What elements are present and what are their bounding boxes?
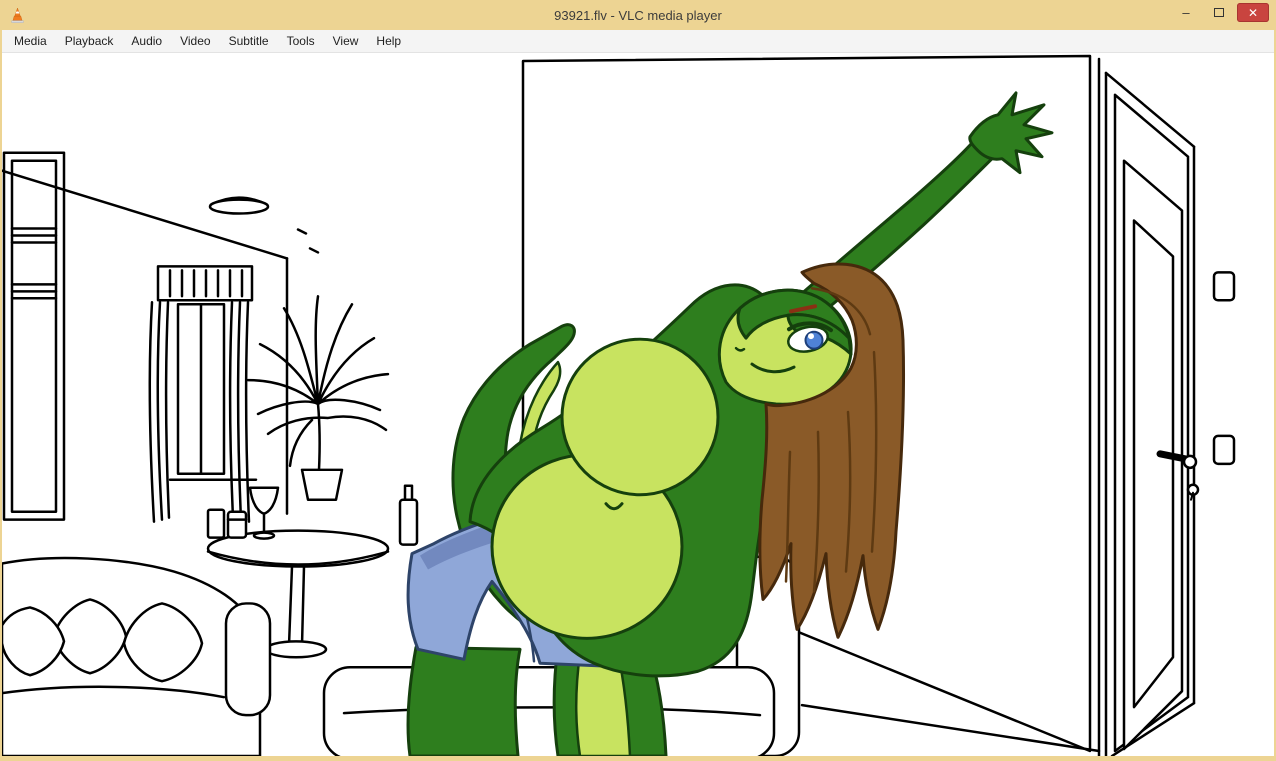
left-window bbox=[2, 151, 66, 521]
sofa-left bbox=[2, 556, 272, 756]
window-controls: – ✕ bbox=[1171, 3, 1269, 22]
light-switches bbox=[1212, 271, 1236, 466]
ceiling-lamp bbox=[208, 196, 320, 254]
titlebar[interactable]: 93921.flv - VLC media player – ✕ bbox=[0, 0, 1276, 30]
menu-item-view[interactable]: View bbox=[324, 31, 368, 51]
window-title: 93921.flv - VLC media player bbox=[554, 8, 722, 23]
character-chest bbox=[560, 337, 720, 497]
menu-item-audio[interactable]: Audio bbox=[122, 31, 171, 51]
plant bbox=[246, 295, 390, 501]
close-button[interactable]: ✕ bbox=[1237, 3, 1269, 22]
vlc-cone-icon[interactable] bbox=[9, 6, 26, 24]
menu-item-subtitle[interactable]: Subtitle bbox=[220, 31, 278, 51]
close-icon: ✕ bbox=[1247, 5, 1259, 20]
minimize-button[interactable]: – bbox=[1171, 3, 1201, 22]
menu-item-media[interactable]: Media bbox=[5, 31, 56, 51]
menu-item-tools[interactable]: Tools bbox=[278, 31, 324, 51]
curtain-window bbox=[148, 265, 258, 523]
menubar: Media Playback Audio Video Subtitle Tool… bbox=[2, 30, 1274, 53]
minimize-icon: – bbox=[1182, 5, 1190, 20]
video-display[interactable] bbox=[2, 53, 1274, 756]
bottle bbox=[398, 484, 419, 546]
menu-item-playback[interactable]: Playback bbox=[56, 31, 123, 51]
vlc-window: 93921.flv - VLC media player – ✕ Media P… bbox=[0, 0, 1276, 761]
menu-item-help[interactable]: Help bbox=[367, 31, 410, 51]
menu-item-video[interactable]: Video bbox=[171, 31, 219, 51]
maximize-icon bbox=[1214, 8, 1224, 17]
door bbox=[1104, 71, 1236, 756]
maximize-button[interactable] bbox=[1204, 3, 1234, 22]
